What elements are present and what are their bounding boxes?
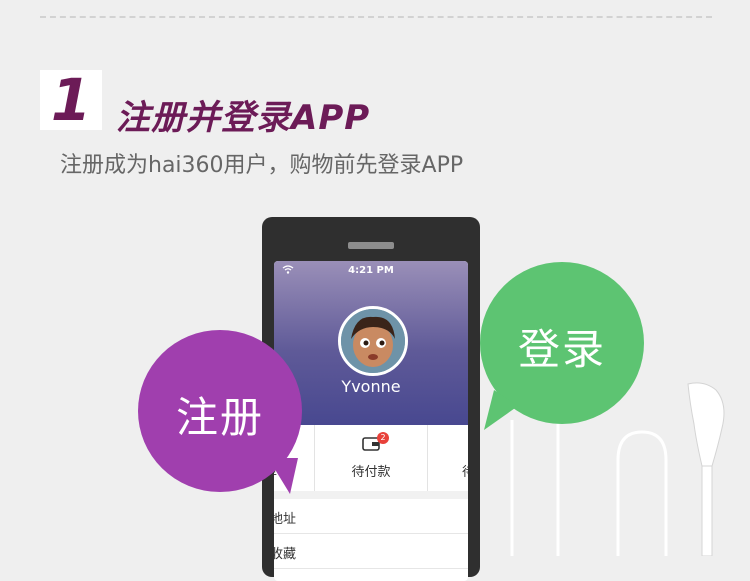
- section-divider: [274, 491, 468, 499]
- dashed-divider: [40, 16, 712, 18]
- username: Yvonne: [341, 377, 401, 396]
- step-number-box: 1: [40, 66, 102, 134]
- login-bubble-tail: [484, 390, 518, 430]
- register-label: 注册: [175, 393, 264, 442]
- action-label: 待: [462, 461, 468, 480]
- step-subtitle: 注册成为hai360用户，购物前先登录APP: [60, 153, 464, 178]
- step-title: 注册并登录APP: [116, 98, 371, 138]
- menu-item-favorites[interactable]: 收藏: [274, 534, 468, 569]
- phone-screen: 4:21 PM Yvonne 单: [274, 261, 468, 581]
- pending-count-badge: 2: [377, 432, 389, 444]
- status-time: 4:21 PM: [348, 265, 394, 276]
- menu-item-address[interactable]: 地址: [274, 499, 468, 534]
- phone-speaker: [348, 242, 394, 249]
- order-action-row: 单 2 待付款 待: [274, 425, 468, 491]
- step-number: 1: [50, 66, 92, 134]
- action-pending-shipment[interactable]: 待: [428, 425, 468, 491]
- action-pending-payment[interactable]: 2 待付款: [315, 425, 428, 491]
- menu-item-label: 地址: [274, 512, 297, 527]
- action-label: 待付款: [351, 465, 391, 480]
- register-bubble-tail: [268, 458, 298, 494]
- login-label: 登录: [517, 325, 606, 374]
- avatar-character-icon: [341, 309, 405, 373]
- profile-header: 4:21 PM Yvonne: [274, 261, 468, 425]
- avatar[interactable]: [338, 306, 408, 376]
- menu-item-label: 收藏: [274, 547, 297, 562]
